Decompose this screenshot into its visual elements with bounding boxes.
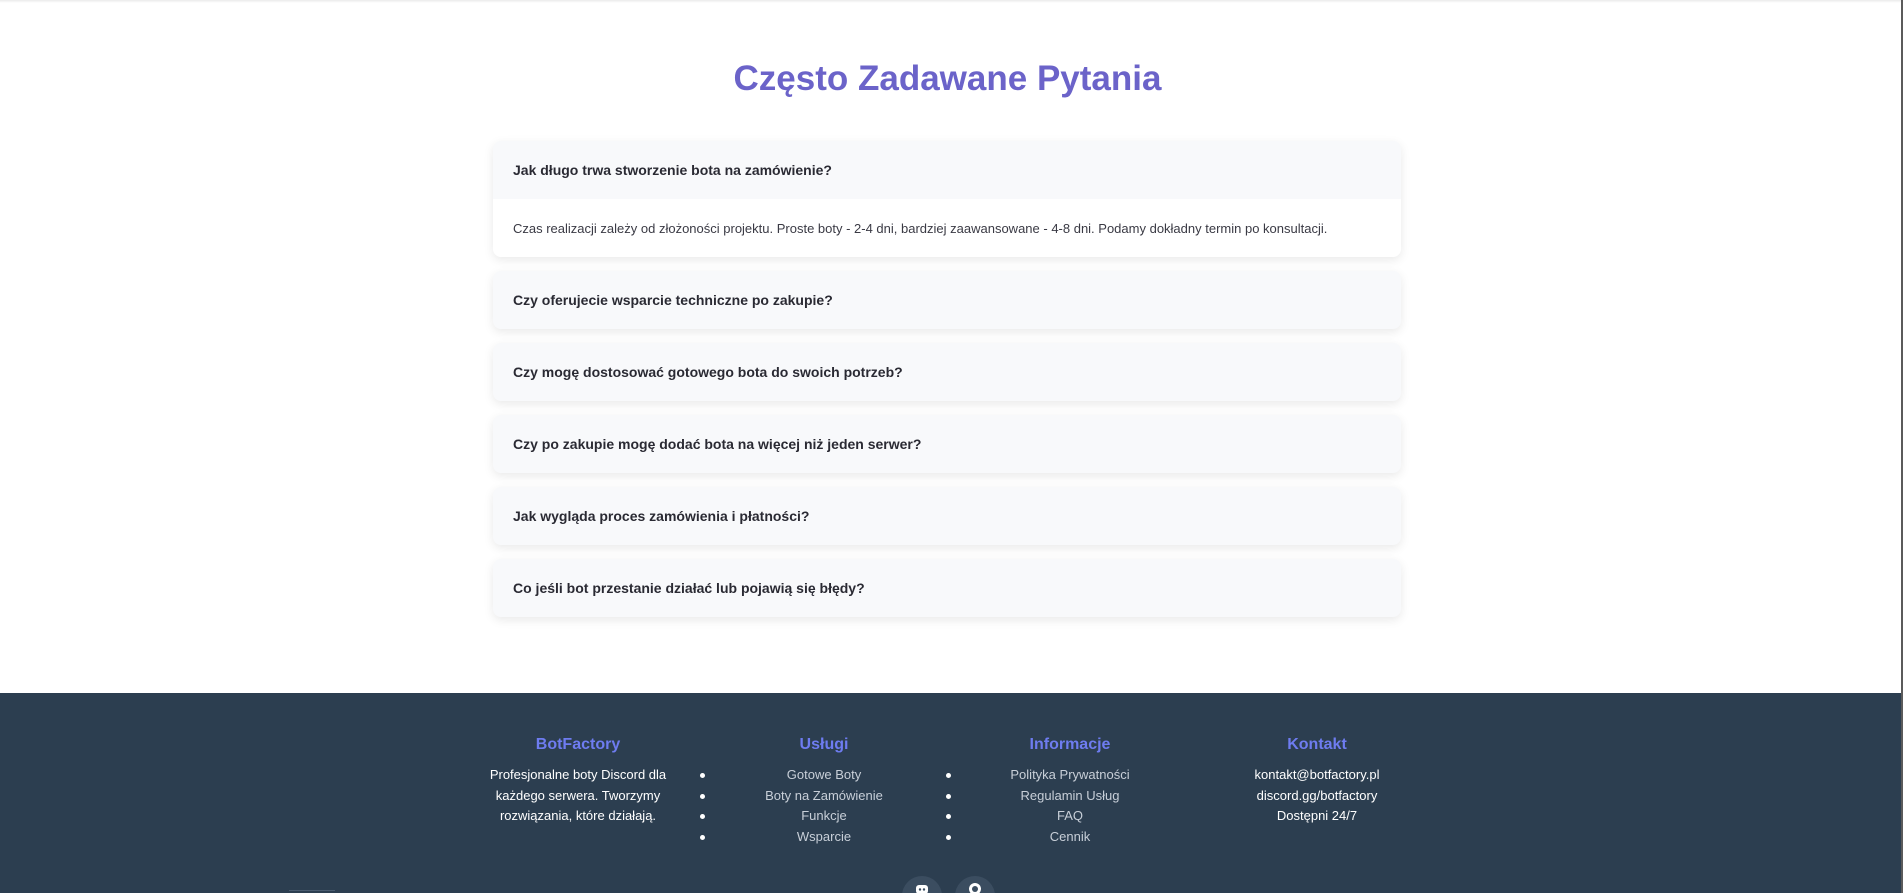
footer-link-regulamin[interactable]: Regulamin Usług (1021, 788, 1120, 803)
footer-list-item: Polityka Prywatności (946, 765, 1165, 786)
footer-link-wsparcie[interactable]: Wsparcie (797, 829, 851, 844)
discord-icon (916, 885, 928, 893)
faq-question[interactable]: Co jeśli bot przestanie działać lub poja… (493, 559, 1401, 617)
footer-link-faq[interactable]: FAQ (1057, 808, 1083, 823)
faq-item: Jak wygląda proces zamówienia i płatnośc… (493, 487, 1401, 545)
footer-contact-discord: discord.gg/botfactory (1256, 787, 1378, 803)
page-viewport: Często Zadawane Pytania Jak długo trwa s… (0, 0, 1903, 893)
faq-answer: Czas realizacji zależy od złożoności pro… (493, 199, 1401, 257)
footer-brand-description: Profesjonalne boty Discord dla każdego s… (489, 767, 667, 823)
faq-item: Czy po zakupie mogę dodać bota na więcej… (493, 415, 1401, 473)
footer-list-item: FAQ (946, 806, 1165, 827)
footer-list-item: Wsparcie (700, 827, 919, 848)
faq-item: Jak długo trwa stworzenie bota na zamówi… (493, 141, 1401, 257)
footer-list-item: Funkcje (700, 806, 919, 827)
footer-link-cennik[interactable]: Cennik (1050, 829, 1090, 844)
faq-question[interactable]: Jak długo trwa stworzenie bota na zamówi… (493, 141, 1401, 199)
faq-question[interactable]: Czy oferujecie wsparcie techniczne po za… (493, 271, 1401, 329)
faq-list: Jak długo trwa stworzenie bota na zamówi… (493, 141, 1401, 631)
faq-item: Czy mogę dostosować gotowego bota do swo… (493, 343, 1401, 401)
faq-item: Czy oferujecie wsparcie techniczne po za… (493, 271, 1401, 329)
footer-list-item: Boty na Zamówienie (700, 786, 919, 807)
footer-contact-availability: Dostępni 24/7 (1276, 808, 1358, 823)
footer-contact-heading: Kontakt (1287, 736, 1347, 753)
faq-question[interactable]: Czy po zakupie mogę dodać bota na więcej… (493, 415, 1401, 473)
footer-contact-column: Kontakt kontakt@botfactory.pl discord.gg… (1222, 735, 1412, 827)
github-icon (969, 883, 981, 893)
footer-services-column: Usługi Gotowe Boty Boty na Zamówienie Fu… (700, 735, 919, 848)
footer-info-heading: Informacje (1029, 736, 1111, 753)
footer-info-list: Polityka Prywatności Regulamin Usług FAQ… (946, 765, 1165, 848)
footer-info-column: Informacje Polityka Prywatności Regulami… (946, 735, 1165, 848)
faq-title: Często Zadawane Pytania (733, 59, 1162, 98)
header-shadow (0, 0, 1903, 3)
site-footer: BotFactory Profesjonalne boty Discord dl… (0, 693, 1903, 893)
footer-services-heading: Usługi (799, 736, 849, 753)
github-icon-button[interactable] (955, 876, 995, 893)
footer-brand-column: BotFactory Profesjonalne boty Discord dl… (483, 735, 673, 827)
footer-divider (289, 890, 335, 891)
footer-brand-heading: BotFactory (535, 736, 621, 753)
footer-list-item: Cennik (946, 827, 1165, 848)
footer-contact-email: kontakt@botfactory.pl (1254, 767, 1380, 782)
footer-list-item: Regulamin Usług (946, 786, 1165, 807)
footer-list-item: Gotowe Boty (700, 765, 919, 786)
faq-question[interactable]: Jak wygląda proces zamówienia i płatnośc… (493, 487, 1401, 545)
footer-services-list: Gotowe Boty Boty na Zamówienie Funkcje W… (700, 765, 919, 848)
footer-link-boty-na-zamowienie[interactable]: Boty na Zamówienie (765, 788, 883, 803)
faq-question[interactable]: Czy mogę dostosować gotowego bota do swo… (493, 343, 1401, 401)
footer-link-polityka[interactable]: Polityka Prywatności (1010, 767, 1129, 782)
footer-link-funkcje[interactable]: Funkcje (801, 808, 847, 823)
footer-link-gotowe-boty[interactable]: Gotowe Boty (787, 767, 861, 782)
discord-icon-button[interactable] (902, 876, 942, 893)
faq-item: Co jeśli bot przestanie działać lub poja… (493, 559, 1401, 617)
